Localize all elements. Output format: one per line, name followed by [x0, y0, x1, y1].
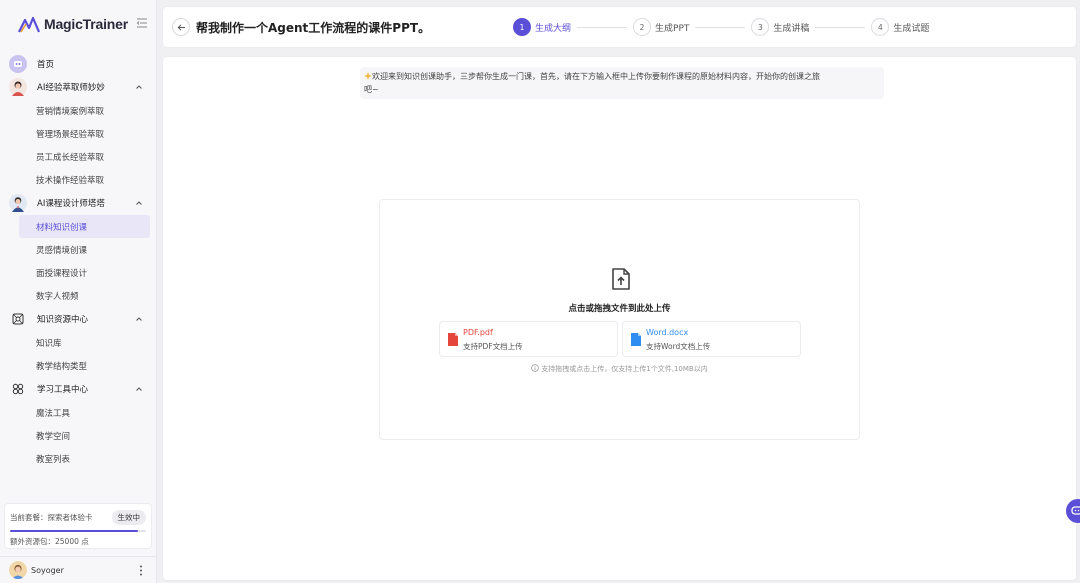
- info-icon: [531, 364, 540, 372]
- chevron-up-icon: [136, 201, 142, 205]
- sidebar-item-knowledge-base[interactable]: 知识库: [0, 331, 156, 354]
- chevron-up-icon: [136, 85, 142, 89]
- sidebar-item-digital-human-video[interactable]: 数字人视频: [0, 284, 156, 307]
- word-file-name: Word.docx: [646, 328, 689, 337]
- step-label: 生成讲稿: [773, 23, 810, 34]
- welcome-text-line1: 欢迎来到知识创课助手，三步帮你生成一门课，首先，请在下方输入框中上传你要制作课程…: [372, 72, 820, 81]
- sidebar-group-knowledge[interactable]: 知识资源中心: [0, 307, 156, 331]
- logo[interactable]: MagicTrainer: [0, 0, 156, 48]
- avatar: [8, 193, 28, 213]
- sidebar-item-classroom-list[interactable]: 教室列表: [0, 447, 156, 470]
- upload-note: 支持拖拽或点击上传，仅支持上传1个文件,10MB以内: [380, 364, 859, 374]
- user-profile[interactable]: Soyoger: [0, 556, 156, 583]
- upload-dropzone[interactable]: 点击或拖拽文件到此处上传 PDF.pdf 支持PDF文档上传 Word.docx…: [379, 199, 860, 440]
- pdf-file-name: PDF.pdf: [463, 328, 493, 337]
- main-content: 欢迎来到知识创课助手，三步帮你生成一门课，首先，请在下方输入框中上传你要制作课程…: [162, 56, 1077, 581]
- step-number: 3: [751, 18, 770, 36]
- step-label: 生成PPT: [655, 23, 690, 34]
- back-button[interactable]: [172, 18, 190, 36]
- knowledge-center-icon: [8, 309, 28, 329]
- step-outline[interactable]: 1 生成大纲: [513, 18, 571, 36]
- sidebar-item-marketing-case[interactable]: 营销情境案例萃取: [0, 99, 156, 122]
- sidebar-nav: 首页 AI经验萃取师妙妙 营销情境案例萃取 管理场景经验萃取 员工成长经验萃取 …: [0, 52, 156, 470]
- plan-label: 当前套餐：探索者体验卡: [10, 513, 93, 522]
- avatar: [9, 561, 27, 579]
- status-badge: 生效中: [111, 510, 146, 525]
- page-title: 帮我制作一个Agent工作流程的课件PPT。: [196, 20, 431, 35]
- plan-extra-resources: 额外资源包：25000 点: [10, 537, 89, 546]
- chevron-up-icon: [136, 317, 142, 321]
- sidebar-group-label: 学习工具中心: [37, 385, 89, 395]
- home-icon: [8, 54, 28, 74]
- step-label: 生成试题: [893, 23, 930, 34]
- sidebar-item-management-experience[interactable]: 管理场景经验萃取: [0, 122, 156, 145]
- step-script[interactable]: 3 生成讲稿: [751, 18, 809, 36]
- sidebar-group-label: 知识资源中心: [37, 315, 89, 325]
- sidebar-item-teaching-structure[interactable]: 教学结构类型: [0, 354, 156, 377]
- logo-icon: [18, 16, 40, 33]
- sidebar: MagicTrainer 首页 AI经验萃取师妙妙 营销情境案例萃取 管理场景经…: [0, 0, 157, 583]
- steps-progress: 1 生成大纲 2 生成PPT 3 生成讲稿 4 生成试题: [513, 18, 929, 36]
- step-number: 4: [871, 18, 890, 36]
- sidebar-item-growth-experience[interactable]: 员工成长经验萃取: [0, 145, 156, 168]
- welcome-message: 欢迎来到知识创课助手，三步帮你生成一门课，首先，请在下方输入框中上传你要制作课程…: [360, 67, 884, 99]
- header: 帮我制作一个Agent工作流程的课件PPT。 1 生成大纲 2 生成PPT 3 …: [162, 6, 1077, 48]
- avatar: [8, 77, 28, 97]
- word-file-icon: [631, 333, 641, 346]
- step-connector: [577, 26, 628, 28]
- upload-file-icon: [612, 268, 630, 290]
- plan-progress-fill: [10, 530, 138, 532]
- sidebar-item-material-course[interactable]: 材料知识创课: [19, 215, 150, 238]
- sparkle-icon: [364, 72, 372, 80]
- sidebar-item-magic-tools[interactable]: 魔法工具: [0, 401, 156, 424]
- step-number: 1: [513, 18, 531, 36]
- sidebar-item-teaching-space[interactable]: 教学空间: [0, 424, 156, 447]
- step-quiz[interactable]: 4 生成试题: [871, 18, 929, 36]
- sidebar-item-home[interactable]: 首页: [0, 52, 156, 75]
- pdf-upload-option[interactable]: PDF.pdf 支持PDF文档上传: [439, 321, 618, 357]
- welcome-text-line2: 吧~: [364, 85, 379, 94]
- sidebar-item-inspiration-course[interactable]: 灵感情境创课: [0, 238, 156, 261]
- sidebar-item-tech-experience[interactable]: 技术操作经验萃取: [0, 168, 156, 191]
- pdf-file-icon: [448, 333, 458, 346]
- chat-icon: [1071, 506, 1080, 515]
- brand-name: MagicTrainer: [44, 16, 128, 32]
- tools-center-icon: [8, 379, 28, 399]
- arrow-left-icon: [177, 23, 185, 31]
- step-connector: [695, 26, 746, 28]
- pdf-file-desc: 支持PDF文档上传: [463, 342, 523, 351]
- sidebar-item-label: 首页: [37, 59, 55, 70]
- sidebar-group-course-design[interactable]: AI课程设计师塔塔: [0, 191, 156, 215]
- sidebar-group-label: AI课程设计师塔塔: [37, 199, 105, 209]
- sidebar-group-label: AI经验萃取师妙妙: [37, 83, 105, 93]
- word-file-desc: 支持Word文档上传: [646, 342, 711, 351]
- sidebar-item-classroom-course[interactable]: 面授课程设计: [0, 261, 156, 284]
- sidebar-group-tools[interactable]: 学习工具中心: [0, 377, 156, 401]
- step-number: 2: [633, 18, 652, 36]
- sidebar-group-experience[interactable]: AI经验萃取师妙妙: [0, 75, 156, 99]
- upload-title: 点击或拖拽文件到此处上传: [568, 304, 671, 314]
- chevron-up-icon: [136, 387, 142, 391]
- step-label: 生成大纲: [535, 23, 572, 34]
- step-ppt[interactable]: 2 生成PPT: [633, 18, 689, 36]
- collapse-sidebar-icon[interactable]: [136, 17, 148, 29]
- upload-note-text: 支持拖拽或点击上传，仅支持上传1个文件,10MB以内: [541, 365, 708, 373]
- user-name: Soyoger: [31, 565, 64, 575]
- plan-progress-bar: [10, 530, 146, 532]
- plan-card: 当前套餐：探索者体验卡 生效中 额外资源包：25000 点: [4, 503, 152, 549]
- more-icon[interactable]: [139, 565, 143, 576]
- word-upload-option[interactable]: Word.docx 支持Word文档上传: [622, 321, 801, 357]
- step-connector: [815, 26, 866, 28]
